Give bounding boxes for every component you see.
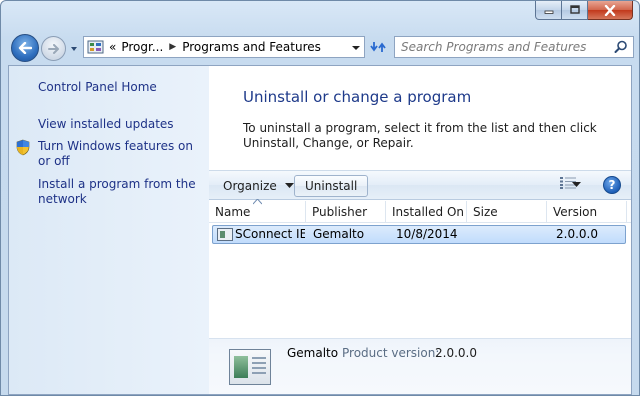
program-icon <box>217 228 233 241</box>
address-bar[interactable]: « Progr... ▶ Programs and Features <box>83 36 365 58</box>
column-header-version[interactable]: Version <box>547 201 627 223</box>
program-large-icon <box>229 349 271 385</box>
cell-version: 2.0.0.0 <box>556 227 598 241</box>
install-from-network-link[interactable]: Install a program from the network <box>38 177 203 207</box>
column-header-name[interactable]: Name <box>209 199 306 223</box>
column-header-publisher[interactable]: Publisher <box>306 201 386 223</box>
view-options-dropdown-icon[interactable] <box>572 182 581 188</box>
chevron-down-icon <box>284 183 294 188</box>
organize-label: Organize <box>223 179 277 193</box>
breadcrumb-separator-icon[interactable]: ▶ <box>169 42 176 52</box>
table-row[interactable]: SConnect IE Gemalto 10/8/2014 2.0.0.0 <box>212 225 626 244</box>
details-product-version: 2.0.0.0 <box>435 346 477 360</box>
navigation-bar: « Progr... ▶ Programs and Features <box>8 30 634 64</box>
sort-ascending-icon <box>253 199 262 205</box>
page-title: Uninstall or change a program <box>243 88 472 106</box>
organize-button[interactable]: Organize <box>217 176 300 196</box>
window-frame: « Progr... ▶ Programs and Features Contr… <box>0 0 640 396</box>
forward-arrow-icon <box>47 43 59 54</box>
content-area: Control Panel Home View installed update… <box>8 65 632 395</box>
details-publisher: Gemalto <box>287 346 339 360</box>
forward-button[interactable] <box>41 36 66 61</box>
column-header-installed-on[interactable]: Installed On <box>386 201 467 223</box>
control-panel-icon <box>87 40 104 54</box>
column-headers: Name Publisher Installed On Size Version <box>209 199 631 223</box>
address-dropdown-icon[interactable] <box>351 43 361 53</box>
shield-icon <box>16 139 30 156</box>
close-icon <box>604 4 616 16</box>
minimize-icon <box>544 10 553 14</box>
command-bar: Organize Uninstall ? <box>209 170 631 200</box>
back-arrow-icon <box>18 42 32 54</box>
search-icon[interactable] <box>614 40 628 54</box>
view-installed-updates-link[interactable]: View installed updates <box>38 117 203 132</box>
details-product-version-label: Product version: <box>342 346 440 360</box>
cell-publisher: Gemalto <box>313 227 365 241</box>
refresh-icon <box>370 42 386 52</box>
cell-installed-on: 10/8/2014 <box>396 227 458 241</box>
maximize-icon <box>569 5 580 14</box>
search-input[interactable] <box>395 40 605 54</box>
uninstall-button[interactable]: Uninstall <box>294 175 369 197</box>
help-button[interactable]: ? <box>603 176 621 194</box>
maximize-button[interactable] <box>562 1 588 20</box>
column-header-name-label: Name <box>215 205 251 219</box>
page-description: To uninstall a program, select it from t… <box>243 121 597 150</box>
refresh-button[interactable] <box>366 36 390 58</box>
back-button[interactable] <box>11 34 39 62</box>
breadcrumb-item-programs-and-features[interactable]: Programs and Features <box>182 40 321 54</box>
navigation-pane: Control Panel Home View installed update… <box>9 66 209 394</box>
turn-windows-features-link[interactable]: Turn Windows features on or off <box>38 139 203 169</box>
close-button[interactable] <box>588 1 633 20</box>
breadcrumb-item-programs[interactable]: Progr... <box>121 40 163 54</box>
main-pane: Uninstall or change a program To uninsta… <box>209 66 631 394</box>
details-pane: Gemalto Product version: 2.0.0.0 <box>209 338 631 394</box>
cell-name: SConnect IE <box>235 227 305 241</box>
control-panel-home-link[interactable]: Control Panel Home <box>38 80 203 95</box>
recent-pages-dropdown-icon[interactable] <box>69 44 79 54</box>
column-header-size[interactable]: Size <box>467 201 547 223</box>
search-box <box>394 36 634 58</box>
breadcrumb-overflow[interactable]: « <box>109 40 116 54</box>
caption-buttons <box>535 1 633 21</box>
minimize-button[interactable] <box>535 1 562 20</box>
